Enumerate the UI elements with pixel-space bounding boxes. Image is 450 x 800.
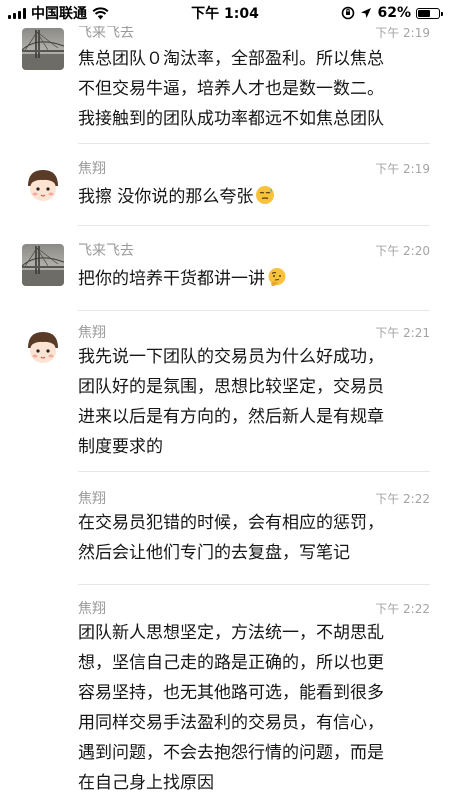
divider: [78, 584, 430, 585]
sender-name: 焦翔: [78, 491, 106, 507]
message-text[interactable]: 在交易员犯错的时候，会有相应的惩罚， 然后会让他们专门的去复盘，写笔记: [78, 508, 430, 568]
message-time: 下午 2:21: [375, 326, 430, 340]
battery-icon: [416, 7, 443, 19]
message-line: 不但交易牛逼，培养人才也是数一数二。: [78, 79, 384, 99]
orientation-lock-icon: [342, 6, 355, 20]
message-time: 下午 2:19: [375, 26, 430, 40]
wifi-icon: [92, 6, 109, 19]
message-line: 进来以后是有方向的，然后新人是有规章: [78, 407, 384, 427]
sender-name: 焦翔: [78, 601, 106, 617]
cartoon-face-avatar[interactable]: [22, 164, 64, 206]
message-line: 焦总团队０淘汰率，全部盈利。所以焦总: [78, 49, 384, 69]
carrier-label: 中国联通: [31, 6, 87, 22]
message-line: 把你的培养干货都讲一讲: [78, 269, 265, 289]
message-text[interactable]: 我先说一下团队的交易员为什么好成功， 团队好的是氛围，思想比较坚定，交易员 进来…: [78, 342, 430, 462]
sender-name: 飞来飞去: [78, 243, 134, 259]
sender-name: 焦翔: [78, 325, 106, 341]
battery-percent: 62%: [377, 5, 411, 21]
message-line: 我接触到的团队成功率都远不如焦总团队: [78, 109, 384, 129]
message-line: 用同样交易手法盈利的交易员，有信心，: [78, 713, 384, 733]
message-time: 下午 2:19: [375, 162, 430, 176]
divider: [78, 310, 430, 311]
message-time: 下午 2:22: [375, 492, 430, 506]
message-line: 团队新人思想坚定，方法统一，不胡思乱: [78, 623, 384, 643]
bridge-avatar[interactable]: [22, 244, 64, 286]
message-time: 下午 2:20: [375, 244, 430, 258]
message-line: 我擦 没你说的那么夸张: [78, 187, 254, 207]
message-text[interactable]: 我擦 没你说的那么夸张: [78, 182, 430, 212]
message-line: 团队好的是氛围，思想比较坚定，交易员: [78, 377, 384, 397]
message-line: 我先说一下团队的交易员为什么好成功，: [78, 347, 384, 367]
message-line: 容易坚持，也无其他路可选，能看到很多: [78, 683, 384, 703]
message-line: 在自己身上找原因: [78, 773, 214, 793]
message-text[interactable]: 焦总团队０淘汰率，全部盈利。所以焦总 不但交易牛逼，培养人才也是数一数二。 我接…: [78, 44, 430, 134]
sender-name: 焦翔: [78, 161, 106, 177]
cartoon-face-avatar[interactable]: [22, 326, 64, 368]
message-text[interactable]: 把你的培养干货都讲一讲: [78, 264, 430, 294]
thinking-emoji: [268, 268, 286, 286]
location-arrow-icon: [361, 8, 372, 18]
message-line: 想，坚信自己走的路是正确的，所以也更: [78, 653, 384, 673]
message-time: 下午 2:22: [375, 602, 430, 616]
status-bar: 中国联通 下午 1:04 62%: [0, 0, 450, 26]
message-line: 制度要求的: [78, 437, 163, 457]
message-line: 遇到问题，不会去抱怨行情的问题，而是: [78, 743, 384, 763]
signal-strength-icon: [8, 7, 26, 19]
bridge-avatar[interactable]: [22, 28, 64, 70]
divider: [78, 143, 430, 144]
message-text[interactable]: 团队新人思想坚定，方法统一，不胡思乱 想，坚信自己走的路是正确的，所以也更 容易…: [78, 618, 430, 798]
message-line: 然后会让他们专门的去复盘，写笔记: [78, 543, 350, 563]
sweat-smile-emoji: [256, 186, 275, 204]
message-line: 在交易员犯错的时候，会有相应的惩罚，: [78, 513, 384, 533]
divider: [78, 225, 430, 226]
divider: [78, 471, 430, 472]
